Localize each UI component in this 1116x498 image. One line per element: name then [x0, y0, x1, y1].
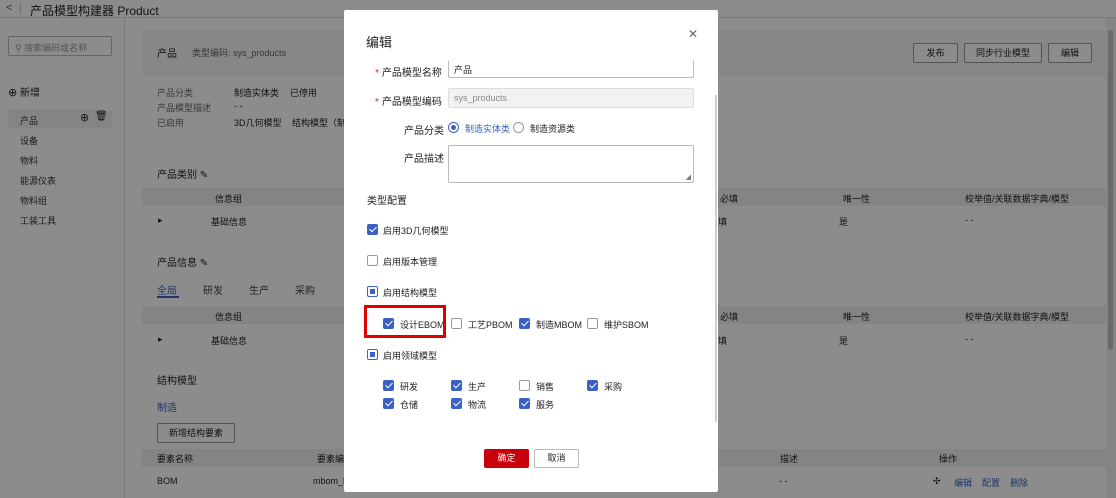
name-input[interactable]: 产品	[448, 60, 694, 78]
checkbox-label-enable-version[interactable]: 启用版本管理	[383, 255, 437, 268]
checkbox-enable-version[interactable]	[367, 255, 378, 266]
radio-manufacturing-resource[interactable]	[513, 122, 524, 133]
category-field-label: 产品分类	[404, 126, 444, 137]
checkbox-label-domain-sales[interactable]: 销售	[536, 380, 554, 393]
checkbox-domain-production[interactable]	[451, 380, 462, 391]
dialog-title: 编辑	[366, 35, 393, 50]
desc-field-label: 产品描述	[404, 154, 444, 165]
checkbox-label-domain-production[interactable]: 生产	[468, 380, 486, 393]
code-input: sys_products	[448, 88, 694, 108]
checkbox-domain-purchase[interactable]	[587, 380, 598, 391]
checkbox-domain-warehouse[interactable]	[383, 398, 394, 409]
checkbox-enable-3d[interactable]	[367, 224, 378, 235]
checkbox-manufacturing-mbom[interactable]	[519, 318, 530, 329]
dialog-scrollbar[interactable]	[715, 95, 717, 422]
checkbox-process-pbom[interactable]	[451, 318, 462, 329]
checkbox-label-enable-domain[interactable]: 启用领域模型	[383, 349, 437, 362]
checkbox-enable-domain[interactable]	[367, 349, 378, 360]
radio-manufacturing-entity[interactable]	[448, 122, 459, 133]
checkbox-domain-service[interactable]	[519, 398, 530, 409]
radio-label-manufacturing-entity[interactable]: 制造实体类	[465, 122, 510, 135]
cancel-button[interactable]: 取消	[534, 449, 579, 468]
checkbox-label-maintenance-sbom[interactable]: 维护SBOM	[604, 318, 649, 331]
checkbox-label-enable-structure[interactable]: 启用结构模型	[383, 286, 437, 299]
confirm-button[interactable]: 确定	[484, 449, 529, 468]
checkbox-label-domain-warehouse[interactable]: 仓储	[400, 398, 418, 411]
highlight-box	[364, 305, 446, 338]
checkbox-label-manufacturing-mbom[interactable]: 制造MBOM	[536, 318, 582, 331]
checkbox-domain-rd[interactable]	[383, 380, 394, 391]
desc-textarea[interactable]: ◢	[448, 145, 694, 183]
checkbox-label-process-pbom[interactable]: 工艺PBOM	[468, 318, 513, 331]
checkbox-maintenance-sbom[interactable]	[587, 318, 598, 329]
checkbox-domain-logistics[interactable]	[451, 398, 462, 409]
type-config-label: 类型配置	[367, 196, 407, 207]
edit-dialog: 编辑 ✕	[344, 10, 718, 492]
checkbox-label-domain-service[interactable]: 服务	[536, 398, 554, 411]
checkbox-label-domain-purchase[interactable]: 采购	[604, 380, 622, 393]
name-field-label: * 产品模型名称	[375, 68, 442, 79]
checkbox-label-domain-rd[interactable]: 研发	[400, 380, 418, 393]
resize-grip-icon[interactable]: ◢	[686, 173, 691, 181]
checkbox-enable-structure[interactable]	[367, 286, 378, 297]
checkbox-label-domain-logistics[interactable]: 物流	[468, 398, 486, 411]
code-field-label: * 产品模型编码	[375, 97, 442, 108]
close-icon[interactable]: ✕	[688, 27, 698, 41]
radio-label-manufacturing-resource[interactable]: 制造资源类	[530, 122, 575, 135]
checkbox-domain-sales[interactable]	[519, 380, 530, 391]
checkbox-label-enable-3d[interactable]: 启用3D几何模型	[383, 224, 449, 237]
